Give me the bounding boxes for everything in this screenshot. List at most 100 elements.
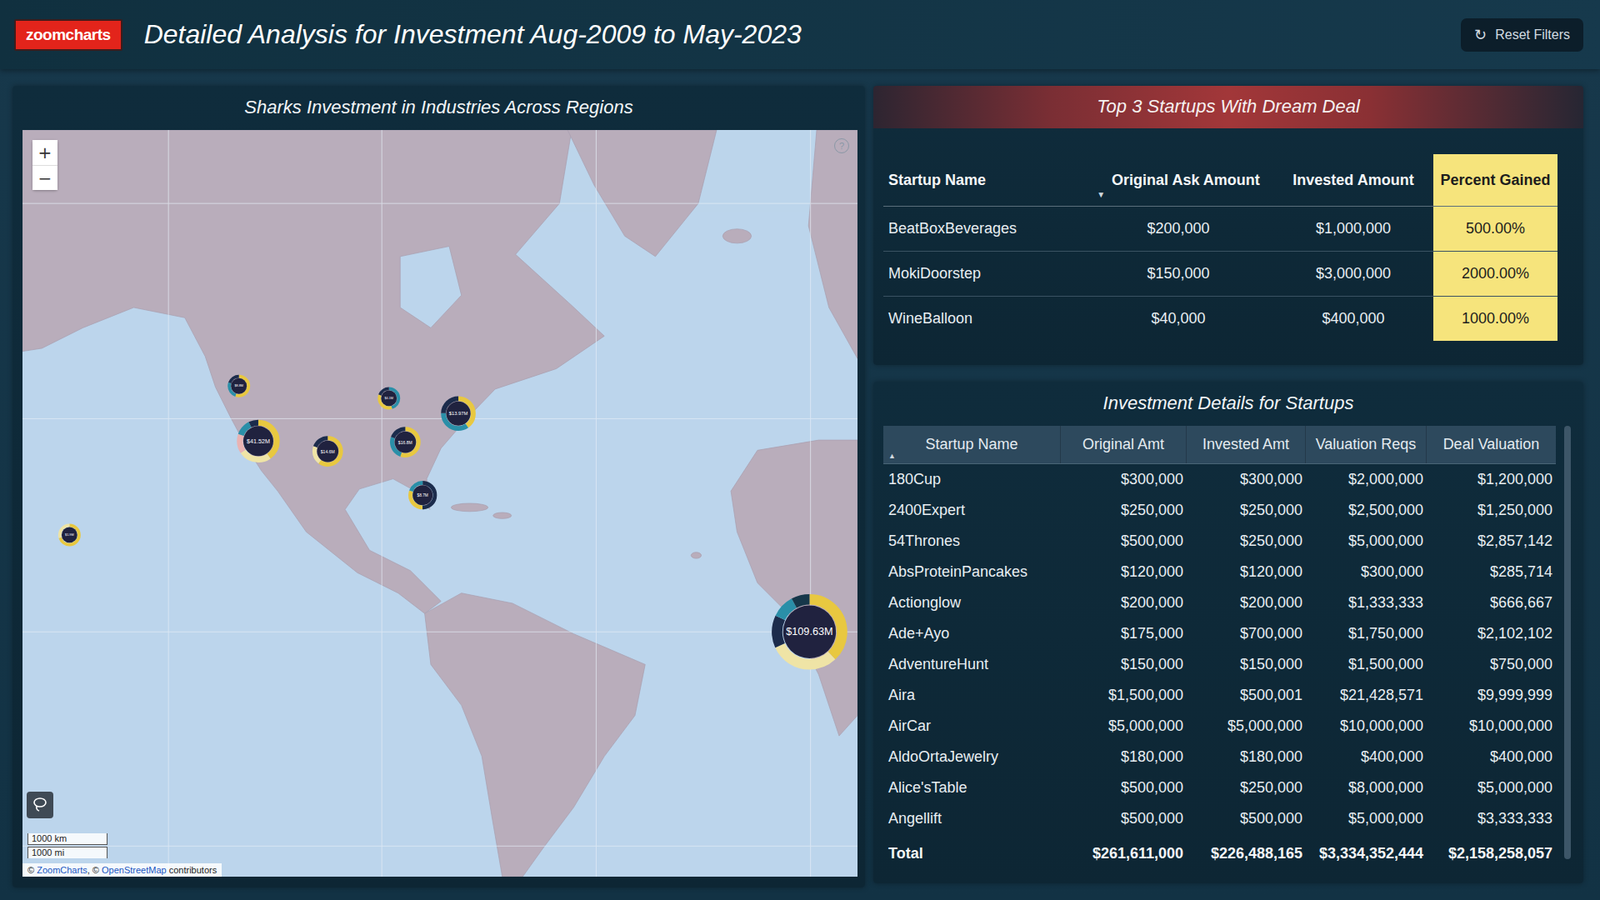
header-bar: zoomchartsDetailed Analysis for Investme… <box>0 0 1600 70</box>
map-pin[interactable]: $109.63M <box>776 599 842 665</box>
details-row[interactable]: AldoOrtaJewelry$180,000$180,000$400,000$… <box>883 741 1556 773</box>
total-cell: $2,158,258,057 <box>1426 836 1556 870</box>
help-button[interactable]: ? <box>834 138 850 154</box>
details-row[interactable]: 54Thrones$500,000$250,000$5,000,000$2,85… <box>883 525 1556 557</box>
column-header[interactable]: ▲Startup Name <box>883 425 1061 464</box>
attribution-link[interactable]: OpenStreetMap <box>101 865 167 875</box>
column-header[interactable]: ▼Original Ask Amount <box>1083 154 1274 206</box>
lasso-button[interactable] <box>26 791 54 819</box>
table-cell: $700,000 <box>1186 618 1306 650</box>
table-cell: $250,000 <box>1186 772 1306 804</box>
table-cell: $500,000 <box>1060 803 1187 835</box>
map-pin[interactable]: $8.7M <box>410 482 435 507</box>
table-cell: Alice'sTable <box>883 772 1061 804</box>
details-row[interactable]: Aira$1,500,000$500,001$21,428,571$9,999,… <box>883 680 1556 711</box>
column-header[interactable]: Invested Amt <box>1186 425 1306 464</box>
column-header[interactable]: Original Amt <box>1060 425 1187 464</box>
svg-text:$16.8M: $16.8M <box>398 440 413 445</box>
map-canvas[interactable]: $8.8M $41.52M $4.1M $13.97M $14.6M $16.8M $8.7… <box>22 130 858 877</box>
sort-icon: ▲ <box>888 451 896 460</box>
table-cell: $1,200,000 <box>1426 464 1556 495</box>
table-cell: $5,000,000 <box>1186 710 1306 742</box>
table-cell: AldoOrtaJewelry <box>883 741 1061 773</box>
details-row[interactable]: Actionglow$200,000$200,000$1,333,333$666… <box>883 587 1556 619</box>
table-cell: $3,000,000 <box>1273 251 1434 296</box>
table-cell: $3,333,333 <box>1426 803 1556 835</box>
table-cell: $200,000 <box>1060 587 1187 619</box>
column-header[interactable]: Startup Name <box>883 154 1084 206</box>
top-deals-title: Top 3 Startups With Dream Deal <box>873 85 1584 129</box>
zoom-out-button[interactable]: − <box>32 165 58 190</box>
hispaniola <box>493 512 512 519</box>
scrollbar[interactable] <box>1564 425 1571 860</box>
table-cell: WineBalloon <box>883 296 1084 341</box>
map-pin[interactable]: $8.8M <box>229 376 249 396</box>
details-row[interactable]: 2400Expert$250,000$250,000$2,500,000$1,2… <box>883 495 1556 526</box>
table-cell: $2,000,000 <box>1305 464 1427 495</box>
svg-text:$14.6M: $14.6M <box>320 449 335 455</box>
main-area: Sharks Investment in Industries Across R… <box>0 69 1600 900</box>
top-deals-table: Startup Name▼Original Ask AmountInvested… <box>883 154 1558 341</box>
table-cell: Ade+Ayo <box>883 618 1061 650</box>
details-row[interactable]: 180Cup$300,000$300,000$2,000,000$1,200,0… <box>883 464 1556 495</box>
map-pin[interactable]: $1.9M <box>60 525 80 545</box>
africa <box>730 440 858 736</box>
top-deals-row[interactable]: WineBalloon$40,000$400,0001000.00% <box>883 296 1558 341</box>
details-row[interactable]: AbsProteinPancakes$120,000$120,000$300,0… <box>883 556 1556 588</box>
table-cell: 2400Expert <box>883 495 1061 526</box>
zoom-in-button[interactable]: + <box>32 140 58 165</box>
total-cell: $226,488,165 <box>1186 836 1306 870</box>
reset-icon: ↻ <box>1474 25 1487 45</box>
top-deals-row[interactable]: MokiDoorstep$150,000$3,000,0002000.00% <box>883 251 1558 297</box>
map-pin[interactable]: $4.1M <box>379 388 399 408</box>
column-header[interactable]: Invested Amount <box>1273 154 1434 206</box>
table-cell: $400,000 <box>1426 741 1556 773</box>
attribution-link[interactable]: ZoomCharts <box>36 865 88 875</box>
map-pin[interactable]: $13.97M <box>443 398 474 429</box>
map-scale: 1000 km1000 mi <box>27 833 108 859</box>
table-cell: $200,000 <box>1083 206 1274 251</box>
details-title: Investment Details for Startups <box>873 381 1584 426</box>
details-row[interactable]: Ade+Ayo$175,000$700,000$1,750,000$2,102,… <box>883 618 1556 650</box>
top-deals-row[interactable]: BeatBoxBeverages$200,000$1,000,000500.00… <box>883 206 1558 252</box>
map-pin[interactable]: $16.8M <box>392 429 420 456</box>
table-cell: $1,000,000 <box>1273 206 1434 251</box>
details-header: ▲Startup NameOriginal AmtInvested AmtVal… <box>883 425 1556 465</box>
north-america <box>22 130 605 614</box>
table-cell: $1,500,000 <box>1305 649 1427 680</box>
details-row[interactable]: AirCar$5,000,000$5,000,000$10,000,000$10… <box>883 710 1556 742</box>
reset-filters-button[interactable]: ↻Reset Filters <box>1460 18 1584 52</box>
table-cell: $500,000 <box>1186 803 1306 835</box>
table-cell: $500,000 <box>1060 525 1187 557</box>
details-row[interactable]: Alice'sTable$500,000$250,000$8,000,000$5… <box>883 772 1556 804</box>
map[interactable]: $8.8M $41.52M $4.1M $13.97M $14.6M $16.8M $8.7… <box>22 130 858 877</box>
table-cell: $500,001 <box>1186 680 1306 711</box>
table-cell: $2,102,102 <box>1426 618 1556 650</box>
total-cell: Total <box>883 836 1061 870</box>
table-cell: AbsProteinPancakes <box>883 556 1061 588</box>
table-cell: BeatBoxBeverages <box>883 206 1084 251</box>
graticule <box>22 130 858 877</box>
table-cell: $500,000 <box>1060 772 1187 804</box>
table-cell: $2,857,142 <box>1426 525 1556 557</box>
table-cell: $1,750,000 <box>1305 618 1427 650</box>
table-cell: $200,000 <box>1186 587 1306 619</box>
column-header[interactable]: Deal Valuation <box>1426 425 1556 464</box>
map-pin[interactable]: $41.52M <box>240 422 277 460</box>
svg-text:$8.8M: $8.8M <box>234 384 243 388</box>
table-cell: $1,500,000 <box>1060 680 1187 711</box>
column-header[interactable]: Percent Gained <box>1433 154 1558 206</box>
details-row[interactable]: AdventureHunt$150,000$150,000$1,500,000$… <box>883 649 1556 680</box>
svg-text:$41.52M: $41.52M <box>246 437 270 445</box>
map-panel-title: Sharks Investment in Industries Across R… <box>12 85 865 130</box>
table-cell: $10,000,000 <box>1305 710 1427 742</box>
table-cell: 1000.00% <box>1433 296 1558 341</box>
details-row[interactable]: Angellift$500,000$500,000$5,000,000$3,33… <box>883 803 1556 835</box>
svg-text:$13.97M: $13.97M <box>449 410 469 416</box>
attribution-text: contributors <box>166 865 218 875</box>
map-attribution: © ZoomCharts, © OpenStreetMap contributo… <box>22 863 222 877</box>
map-pin[interactable]: $14.6M <box>314 438 341 465</box>
column-header[interactable]: Valuation Reqs <box>1305 425 1427 464</box>
iceland <box>722 229 751 244</box>
table-cell: $750,000 <box>1426 649 1556 680</box>
